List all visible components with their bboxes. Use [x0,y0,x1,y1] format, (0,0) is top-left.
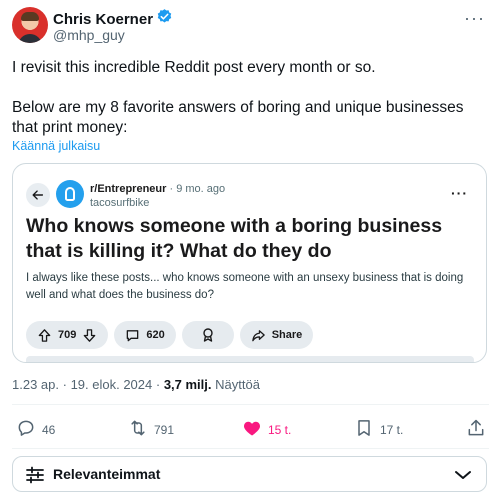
bookmark-button[interactable]: 17 t. [354,418,403,441]
post-actions: 709 620 Share [26,321,314,349]
tweet-time[interactable]: 1.23 ap. [12,377,59,392]
post-title: Who knows someone with a boring business… [26,215,443,262]
vote-pill: 709 [26,321,109,349]
tweet-text: I revisit this incredible Reddit post ev… [12,58,492,138]
subreddit-name[interactable]: r/Entrepreneur [90,183,166,195]
share-label: Share [271,329,303,341]
avatar[interactable] [12,7,48,43]
avatar-hair [21,12,39,21]
author-handle[interactable]: @mhp_guy [53,27,125,43]
share-button[interactable]: Share [239,321,314,349]
reply-icon [16,418,36,441]
sort-sliders-icon [25,466,45,489]
divider [12,404,489,405]
avatar-shirt [18,34,42,43]
card-more-icon[interactable]: ··· [451,185,468,201]
share-upload-icon [466,418,486,441]
card-bottom-edge [26,356,474,362]
meta-dot: · [59,377,71,392]
tweet-line-1: I revisit this incredible Reddit post ev… [12,59,376,76]
bookmark-icon [354,418,374,441]
tweet-line-2: Below are my 8 favorite answers of borin… [12,99,464,136]
engagement-bar: 46 791 15 t. 17 t. [16,418,486,438]
subreddit-lightbulb-icon[interactable] [56,180,84,208]
award-icon [200,327,216,343]
heart-filled-icon [242,418,262,441]
more-horizontal-icon[interactable]: ··· [464,8,485,29]
like-count: 15 t. [268,422,292,437]
upvote-count: 709 [58,329,77,341]
comment-count: 620 [146,329,165,341]
comments-button[interactable]: 620 [114,321,176,349]
verified-badge-icon [156,8,173,30]
post-age: 9 mo. ago [176,183,226,195]
tweet-date[interactable]: 19. elok. 2024 [71,377,153,392]
upvote-icon[interactable] [37,328,52,343]
retweet-button[interactable]: 791 [128,418,174,441]
reply-sort-dropdown[interactable]: Relevanteimmat [12,456,487,492]
tweet-meta: 1.23 ap. · 19. elok. 2024 · 3,7 milj. Nä… [12,377,260,392]
chevron-down-icon [454,467,472,488]
reply-button[interactable]: 46 [16,418,55,441]
translate-link[interactable]: Käännä julkaisu [12,139,100,153]
subreddit-line: r/Entrepreneur · 9 mo. ago [90,183,225,195]
comment-icon [125,328,140,343]
retweet-count: 791 [154,422,175,437]
share-arrow-icon [251,328,266,343]
reply-count: 46 [42,422,56,437]
downvote-icon[interactable] [82,328,97,343]
separator-dot: · [169,183,174,195]
back-arrow-icon[interactable] [26,183,50,207]
divider [12,448,489,449]
views-label: Näyttöä [211,377,260,392]
sort-label: Relevanteimmat [53,466,161,482]
display-name[interactable]: Chris Koerner [53,11,153,28]
share-tweet-button[interactable] [466,418,486,441]
post-body: I always like these posts... who knows s… [26,272,464,301]
reddit-post-card[interactable]: r/Entrepreneur · 9 mo. ago tacosurfbike … [12,163,487,363]
meta-dot: · [152,377,164,392]
award-button[interactable] [181,321,234,349]
like-button[interactable]: 15 t. [242,418,291,441]
post-author[interactable]: tacosurfbike [90,197,149,209]
bookmark-count: 17 t. [380,422,404,437]
retweet-icon [128,418,148,441]
views-count: 3,7 milj. [163,377,212,392]
